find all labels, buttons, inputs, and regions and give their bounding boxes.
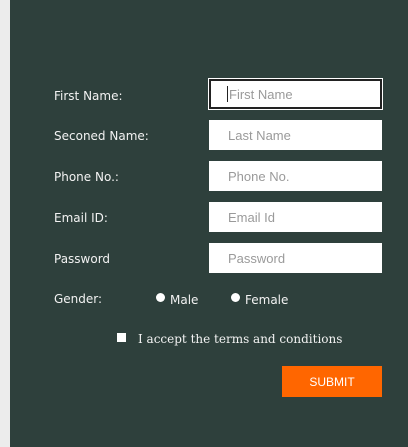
email-input[interactable]	[209, 202, 382, 232]
phone-label: Phone No.:	[54, 170, 119, 184]
male-radio-label: Male	[170, 293, 199, 307]
password-input[interactable]	[209, 243, 382, 273]
last-name-input[interactable]	[209, 120, 382, 150]
first-name-label: First Name:	[54, 89, 123, 103]
female-radio-label: Female	[245, 293, 289, 307]
gender-label: Gender:	[54, 292, 103, 306]
submit-button[interactable]: SUBMIT	[282, 366, 382, 397]
phone-input[interactable]	[209, 161, 382, 191]
text-caret	[227, 86, 228, 102]
terms-checkbox[interactable]	[117, 333, 126, 342]
first-name-input[interactable]	[209, 79, 382, 109]
terms-label: I accept the terms and conditions	[138, 332, 343, 346]
password-label: Password	[54, 252, 111, 266]
registration-form-panel: First Name: Seconed Name: Phone No.: Ema…	[10, 0, 408, 447]
male-radio[interactable]	[156, 293, 165, 302]
female-radio[interactable]	[231, 293, 240, 302]
email-label: Email ID:	[54, 211, 108, 225]
second-name-label: Seconed Name:	[54, 129, 149, 143]
